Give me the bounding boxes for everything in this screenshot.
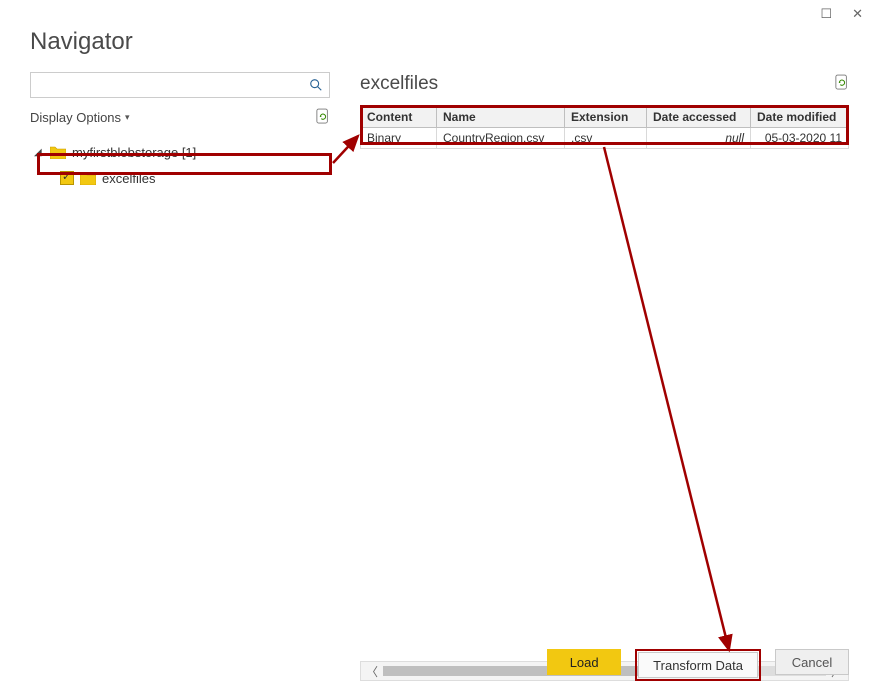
- cell-date-accessed: null: [647, 128, 751, 149]
- cell-extension: .csv: [565, 128, 647, 149]
- col-extension[interactable]: Extension: [565, 107, 647, 128]
- display-options-label: Display Options: [30, 110, 121, 125]
- chevron-down-icon: ▾: [125, 112, 130, 123]
- tree-item-root[interactable]: ◢ myfirstblobstorage [1]: [30, 139, 330, 165]
- cell-name: CountryRegion.csv: [437, 128, 565, 149]
- col-date-accessed[interactable]: Date accessed: [647, 107, 751, 128]
- load-button[interactable]: Load: [547, 649, 621, 675]
- refresh-icon[interactable]: [316, 108, 330, 127]
- cancel-button-label: Cancel: [792, 655, 832, 670]
- preview-table: Content Name Extension Date accessed Dat…: [360, 106, 849, 149]
- tree: ◢ myfirstblobstorage [1] excelfiles: [30, 139, 330, 191]
- panel-title: excelfiles: [360, 73, 438, 95]
- folder-icon: [80, 171, 96, 185]
- maximize-icon[interactable]: ☐: [820, 6, 832, 22]
- tree-item-checkbox[interactable]: [60, 171, 74, 185]
- expand-icon[interactable]: ◢: [34, 147, 46, 158]
- col-content[interactable]: Content: [361, 107, 437, 128]
- tree-item-excelfiles-label: excelfiles: [102, 171, 155, 186]
- col-date-modified[interactable]: Date modified: [751, 107, 849, 128]
- transform-data-button-label: Transform Data: [653, 658, 743, 673]
- scroll-left-icon[interactable]: 〈: [361, 663, 383, 680]
- display-options-dropdown[interactable]: Display Options ▾: [30, 110, 130, 125]
- search-icon: [309, 78, 323, 92]
- cell-content: Binary: [361, 128, 437, 149]
- tree-item-root-label: myfirstblobstorage [1]: [72, 145, 196, 160]
- window-title: Navigator: [30, 28, 133, 56]
- refresh-icon[interactable]: [835, 74, 849, 95]
- search-box[interactable]: [30, 72, 330, 98]
- cell-date-modified: 05-03-2020 11: [751, 128, 849, 149]
- tree-item-excelfiles[interactable]: excelfiles: [30, 165, 330, 191]
- col-name[interactable]: Name: [437, 107, 565, 128]
- table-header-row: Content Name Extension Date accessed Dat…: [361, 107, 849, 128]
- folder-icon: [50, 145, 66, 159]
- cancel-button[interactable]: Cancel: [775, 649, 849, 675]
- load-button-label: Load: [570, 655, 599, 670]
- table-row[interactable]: Binary CountryRegion.csv .csv null 05-03…: [361, 128, 849, 149]
- search-input[interactable]: [37, 74, 309, 96]
- transform-data-highlight: Transform Data: [635, 649, 761, 681]
- close-icon[interactable]: ✕: [852, 6, 863, 22]
- transform-data-button[interactable]: Transform Data: [638, 652, 758, 678]
